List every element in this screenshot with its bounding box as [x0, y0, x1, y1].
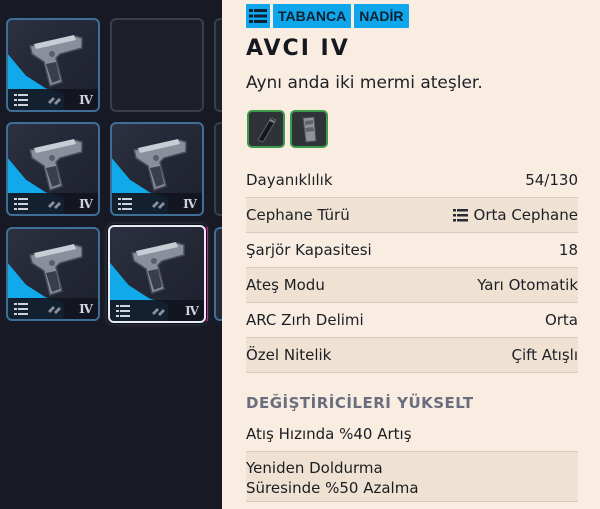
swap-icon — [151, 200, 165, 209]
mod-barrel-icon — [257, 117, 277, 143]
stats-table: Dayanıklılık 54/130 Cephane Türü Orta Ce… — [246, 163, 578, 373]
ammo-list-icon — [118, 197, 132, 210]
swap-icon — [47, 200, 61, 209]
inventory-slot-selected[interactable]: IV — [108, 225, 206, 323]
item-detail-panel: TABANCA NADİR AVCI IV Aynı anda iki merm… — [222, 0, 600, 509]
inventory-slot-empty[interactable] — [110, 18, 204, 112]
stat-row-durability: Dayanıklılık 54/130 — [246, 163, 578, 198]
stat-value: Orta Cephane — [473, 206, 578, 224]
mod-magazine-icon — [302, 116, 317, 143]
attachment-slot-magazine[interactable] — [290, 110, 328, 148]
rarity-tag: NADİR — [354, 4, 409, 28]
stat-value: Yarı Otomatik — [477, 276, 578, 294]
stat-value: Orta — [544, 311, 578, 329]
inventory-slot-weapon[interactable]: IV — [6, 18, 100, 112]
tier-label: IV — [183, 196, 197, 211]
swap-icon — [47, 305, 61, 314]
tier-label: IV — [79, 196, 93, 211]
inventory-slot-partial[interactable] — [214, 227, 222, 321]
category-icon-tag — [246, 4, 270, 28]
slot-info-bar: IV — [8, 298, 98, 319]
ammo-list-icon — [14, 93, 28, 106]
tier-label: IV — [185, 303, 199, 318]
item-name: AVCI IV — [246, 36, 350, 61]
slot-info-bar: IV — [110, 300, 204, 321]
stat-value: Çift Atışlı — [511, 346, 578, 364]
tier-label: IV — [79, 92, 93, 107]
ammo-list-icon — [14, 302, 28, 315]
stat-value: 18 — [558, 241, 578, 259]
stat-row-special-trait: Özel Nitelik Çift Atışlı — [246, 338, 578, 373]
upgrade-text: Atış Hızında %40 Artış — [246, 424, 412, 443]
swap-icon — [47, 96, 61, 105]
ammo-list-icon — [116, 304, 130, 317]
swap-icon — [151, 307, 165, 316]
upgrade-item: Atış Hızında %40 Artış — [246, 416, 578, 452]
inventory-slot-partial[interactable] — [214, 18, 222, 112]
attachment-slot-barrel[interactable] — [247, 110, 285, 148]
pistol-icon — [131, 242, 185, 294]
inventory-slot-weapon[interactable]: IV — [6, 122, 100, 216]
ammo-list-icon — [452, 208, 468, 221]
tier-label: IV — [79, 301, 93, 316]
upgrade-text-line: Süresinde %50 Azalma — [246, 479, 419, 497]
ammo-list-icon — [14, 197, 28, 210]
item-description: Aynı anda iki mermi ateşler. — [246, 73, 483, 93]
inventory-grid: IV IV IV IV IV — [0, 0, 222, 509]
slot-info-bar: IV — [112, 193, 202, 214]
stat-row-arc-penetration: ARC Zırh Delimi Orta — [246, 303, 578, 338]
upgrade-text-line: Yeniden Doldurma — [246, 459, 383, 477]
weapon-type-tag: TABANCA — [273, 4, 352, 28]
pistol-icon — [29, 139, 83, 191]
stat-value: 54/130 — [525, 171, 578, 189]
stat-row-ammo-type: Cephane Türü Orta Cephane — [246, 198, 578, 233]
stat-label: Şarjör Kapasitesi — [246, 241, 372, 259]
stat-label: Ateş Modu — [246, 276, 325, 294]
stat-value-wrap: Orta Cephane — [452, 206, 578, 224]
stat-row-magazine-capacity: Şarjör Kapasitesi 18 — [246, 233, 578, 268]
pistol-icon — [133, 139, 187, 191]
slot-info-bar: IV — [8, 89, 98, 110]
slot-info-bar: IV — [8, 193, 98, 214]
inventory-slot-weapon[interactable]: IV — [110, 122, 204, 216]
upgrade-item: Yeniden Doldurma Süresinde %50 Azalma — [246, 452, 578, 502]
upgrade-section-title: DEĞİŞTİRİCİLERİ YÜKSELT — [246, 394, 474, 412]
inventory-slot-weapon[interactable]: IV — [6, 227, 100, 321]
stat-label: Cephane Türü — [246, 206, 350, 224]
stat-row-fire-mode: Ateş Modu Yarı Otomatik — [246, 268, 578, 303]
stat-label: Özel Nitelik — [246, 346, 332, 364]
ammo-list-icon — [249, 9, 267, 23]
attachment-slots — [247, 110, 328, 148]
stat-label: ARC Zırh Delimi — [246, 311, 364, 329]
item-tags: TABANCA NADİR — [246, 4, 409, 28]
inventory-slot-partial[interactable] — [214, 122, 222, 216]
pistol-icon — [29, 35, 83, 87]
stat-label: Dayanıklılık — [246, 171, 333, 189]
pistol-icon — [29, 244, 83, 296]
